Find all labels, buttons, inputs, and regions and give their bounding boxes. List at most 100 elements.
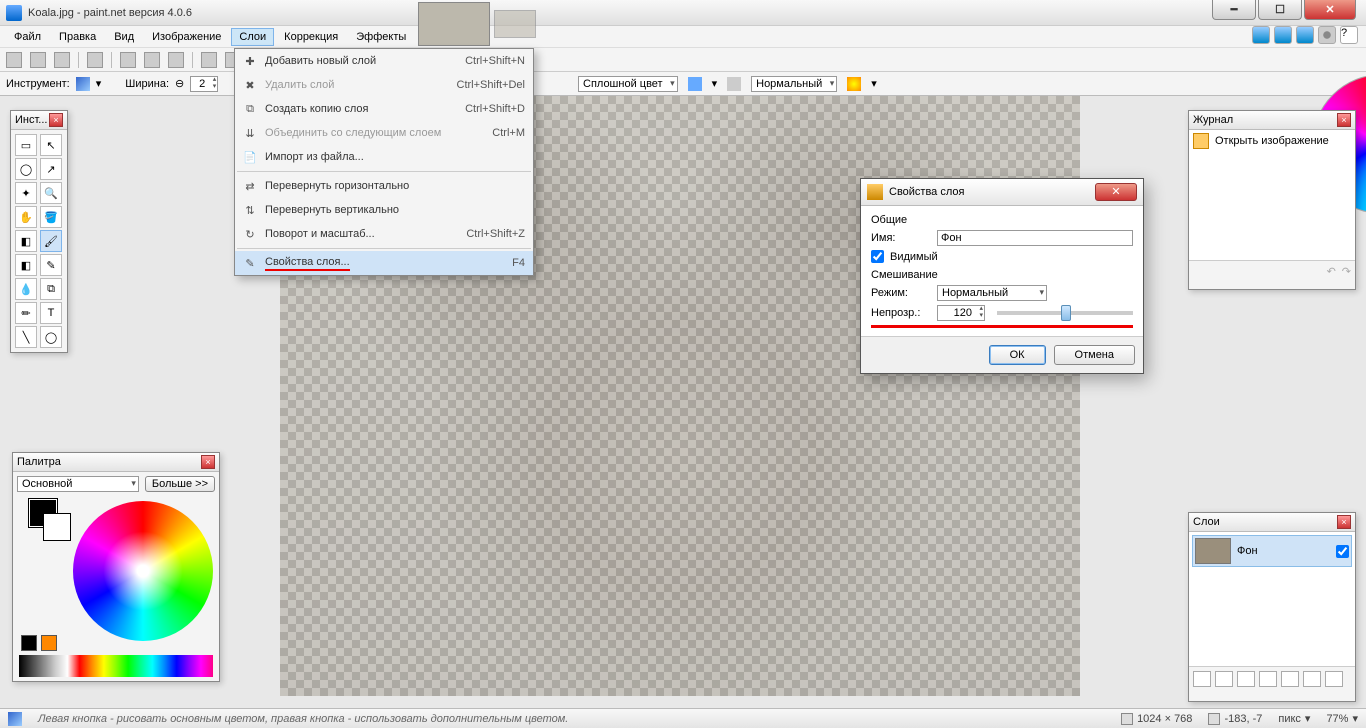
- statusbar: Левая кнопка - рисовать основным цветом,…: [0, 708, 1366, 728]
- tool-text[interactable]: T: [40, 302, 62, 324]
- width-dec[interactable]: ⊖: [175, 77, 184, 90]
- minimize-button[interactable]: ━: [1212, 0, 1256, 20]
- move-up-icon[interactable]: [1281, 671, 1299, 687]
- highlight-underline: [871, 325, 1133, 328]
- tool-clone[interactable]: ⧉: [40, 278, 62, 300]
- menu-merge-down[interactable]: ⇊Объединить со следующим слоемCtrl+M: [235, 121, 533, 145]
- panel-close-icon[interactable]: ×: [201, 455, 215, 469]
- color-swatches[interactable]: [19, 655, 213, 677]
- panel-close-icon[interactable]: ×: [49, 113, 63, 127]
- menu-import-file[interactable]: 📄Импорт из файла...: [235, 145, 533, 169]
- blend-mode-select[interactable]: Нормальный: [937, 285, 1047, 301]
- tool-paintbrush[interactable]: 🖌: [40, 230, 62, 252]
- secondary-color-swatch[interactable]: [43, 513, 71, 541]
- menu-add-layer[interactable]: ✚Добавить новый слойCtrl+Shift+N: [235, 49, 533, 73]
- undo-icon[interactable]: ↶: [1327, 265, 1336, 278]
- open-icon[interactable]: [30, 52, 46, 68]
- panel-close-icon[interactable]: ×: [1337, 113, 1351, 127]
- copy-icon[interactable]: [144, 52, 160, 68]
- crop-icon[interactable]: [201, 52, 217, 68]
- dialog-close-button[interactable]: ✕: [1095, 183, 1137, 201]
- menu-image[interactable]: Изображение: [144, 28, 229, 46]
- settings-icon[interactable]: [1318, 26, 1336, 44]
- menu-separator: [237, 248, 531, 249]
- help-icon[interactable]: ?: [1340, 26, 1358, 44]
- color-mode-select[interactable]: Основной: [17, 476, 139, 492]
- visible-checkbox[interactable]: [871, 250, 884, 263]
- document-thumb-active[interactable]: [418, 2, 490, 46]
- tool-rect-select[interactable]: ▭: [15, 134, 37, 156]
- tools-toggle-icon[interactable]: [1252, 26, 1270, 44]
- opacity-slider[interactable]: [997, 311, 1133, 315]
- history-item[interactable]: Открыть изображение: [1189, 130, 1355, 152]
- color-wheel[interactable]: [73, 501, 213, 641]
- tool-eraser[interactable]: ◧: [15, 254, 37, 276]
- document-thumb-2[interactable]: [494, 10, 536, 38]
- menu-flip-v[interactable]: ⇅Перевернуть вертикально: [235, 198, 533, 222]
- menu-flip-h[interactable]: ⇄Перевернуть горизонтально: [235, 174, 533, 198]
- tool-pan[interactable]: ✋: [15, 206, 37, 228]
- layer-row[interactable]: Фон: [1192, 535, 1352, 567]
- new-icon[interactable]: [6, 52, 22, 68]
- duplicate-layer-icon[interactable]: [1237, 671, 1255, 687]
- tool-gradient[interactable]: ◧: [15, 230, 37, 252]
- delete-layer-icon[interactable]: [1215, 671, 1233, 687]
- menu-adjust[interactable]: Коррекция: [276, 28, 346, 46]
- tool-move-selection[interactable]: ↗: [40, 158, 62, 180]
- status-zoom[interactable]: 77%: [1326, 713, 1348, 725]
- layer-visible-checkbox[interactable]: [1336, 545, 1349, 558]
- print-icon[interactable]: [87, 52, 103, 68]
- more-button[interactable]: Больше >>: [145, 476, 215, 492]
- blend-mode-dropdown[interactable]: Нормальный: [751, 76, 837, 92]
- tool-zoom[interactable]: 🔍: [40, 182, 62, 204]
- layers-toggle-icon[interactable]: [1296, 26, 1314, 44]
- menu-layer-properties[interactable]: ✎Свойства слоя...F4: [235, 251, 533, 275]
- menu-effects[interactable]: Эффекты: [348, 28, 414, 46]
- status-units[interactable]: пикс: [1278, 713, 1301, 725]
- tool-move[interactable]: ↖: [40, 134, 62, 156]
- palette-icon[interactable]: [41, 635, 57, 651]
- menu-delete-layer[interactable]: ✖Удалить слойCtrl+Shift+Del: [235, 73, 533, 97]
- save-icon[interactable]: [54, 52, 70, 68]
- dropdown-caret[interactable]: ▾: [96, 77, 102, 90]
- tool-lasso[interactable]: ◯: [15, 158, 37, 180]
- layer-props-icon[interactable]: [1325, 671, 1343, 687]
- curve-icon[interactable]: [688, 77, 702, 91]
- width-value[interactable]: 2: [190, 76, 218, 92]
- tool-shapes[interactable]: ◯: [40, 326, 62, 348]
- tool-line[interactable]: ╲: [15, 326, 37, 348]
- cut-icon[interactable]: [120, 52, 136, 68]
- paste-icon[interactable]: [168, 52, 184, 68]
- tool-wand[interactable]: ✦: [15, 182, 37, 204]
- layer-name-input[interactable]: [937, 230, 1133, 246]
- slider-thumb[interactable]: [1061, 305, 1071, 321]
- menu-layers[interactable]: Слои: [231, 28, 274, 46]
- fill-style-dropdown[interactable]: Сплошной цвет: [578, 76, 678, 92]
- merge-layer-icon[interactable]: [1259, 671, 1277, 687]
- opacity-spinner[interactable]: 120: [937, 305, 985, 321]
- panel-close-icon[interactable]: ×: [1337, 515, 1351, 529]
- cancel-button[interactable]: Отмена: [1054, 345, 1135, 365]
- tool-pencil[interactable]: ✎: [40, 254, 62, 276]
- redo-icon[interactable]: ↷: [1342, 265, 1351, 278]
- menu-rotate-zoom[interactable]: ↻Поворот и масштаб...Ctrl+Shift+Z: [235, 222, 533, 246]
- add-layer-icon[interactable]: [1193, 671, 1211, 687]
- tool-fill[interactable]: 🪣: [40, 206, 62, 228]
- maximize-button[interactable]: ☐: [1258, 0, 1302, 20]
- menu-file[interactable]: Файл: [6, 28, 49, 46]
- menu-edit[interactable]: Правка: [51, 28, 104, 46]
- aa-icon[interactable]: [727, 77, 741, 91]
- overwrite-icon[interactable]: [847, 77, 861, 91]
- dialog-titlebar[interactable]: Свойства слоя ✕: [861, 179, 1143, 206]
- add-color-icon[interactable]: [21, 635, 37, 651]
- properties-icon: ✎: [239, 257, 261, 270]
- menu-view[interactable]: Вид: [106, 28, 142, 46]
- tool-colorpicker[interactable]: 💧: [15, 278, 37, 300]
- ok-button[interactable]: ОК: [989, 345, 1046, 365]
- dimensions-icon: [1121, 713, 1133, 725]
- menu-duplicate-layer[interactable]: ⧉Создать копию слояCtrl+Shift+D: [235, 97, 533, 121]
- history-toggle-icon[interactable]: [1274, 26, 1292, 44]
- tool-recolor[interactable]: ✏: [15, 302, 37, 324]
- move-down-icon[interactable]: [1303, 671, 1321, 687]
- close-button[interactable]: ✕: [1304, 0, 1356, 20]
